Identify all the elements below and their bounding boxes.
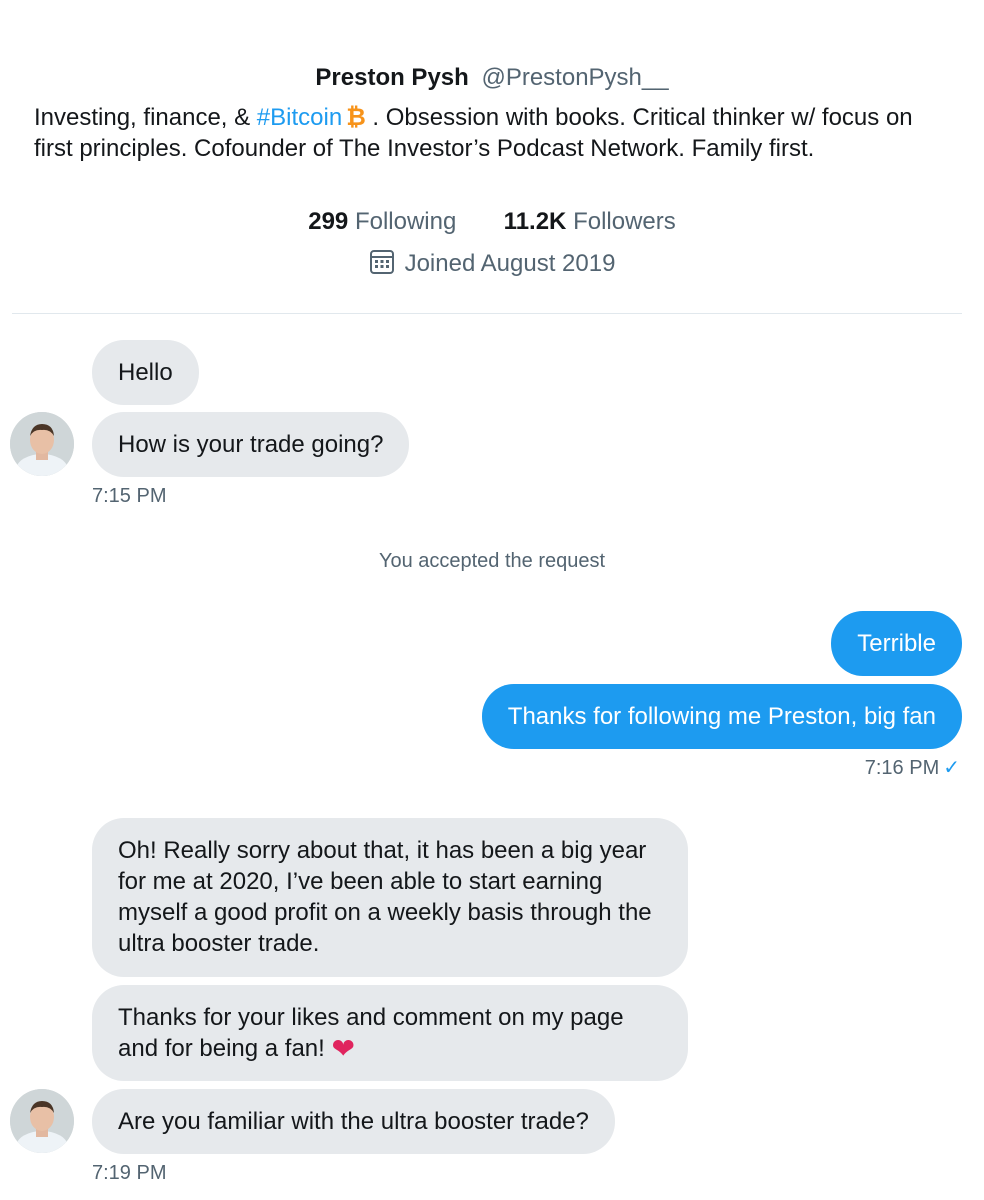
message-timestamp: 7:19 PM bbox=[92, 1162, 167, 1184]
message-text: Terrible bbox=[857, 630, 936, 657]
message-text: Hello bbox=[118, 359, 173, 386]
following-count: 299 bbox=[308, 208, 349, 235]
heart-icon: ❤ bbox=[331, 1033, 355, 1064]
bio-text-prefix: Investing, finance, & bbox=[34, 104, 257, 131]
profile-stats: 299 Following 11.2K Followers bbox=[0, 206, 984, 238]
message-timestamp: 7:15 PM bbox=[92, 485, 167, 507]
message-text: Are you familiar with the ultra booster … bbox=[118, 1108, 589, 1135]
following-label: Following bbox=[354, 208, 457, 235]
divider bbox=[12, 313, 962, 314]
profile-name[interactable]: Preston Pysh bbox=[315, 64, 468, 91]
followers-count: 11.2K bbox=[503, 208, 567, 235]
message-bubble-incoming[interactable]: How is your trade going? bbox=[92, 412, 410, 477]
message-bubble-outgoing[interactable]: Thanks for following me Preston, big fan bbox=[481, 684, 962, 749]
message-timestamp-outgoing: 7:16 PM ✓ bbox=[865, 755, 960, 781]
message-bubble-outgoing[interactable]: Terrible bbox=[831, 611, 962, 676]
following-link[interactable]: 299 Following bbox=[308, 208, 463, 235]
read-check-icon: ✓ bbox=[943, 757, 960, 779]
followers-link[interactable]: 11.2K Followers bbox=[504, 208, 676, 235]
message-bubble-incoming[interactable]: Oh! Really sorry about that, it has been… bbox=[92, 818, 688, 977]
followers-label: Followers bbox=[573, 208, 676, 235]
message-bubble-incoming[interactable]: Thanks for your likes and comment on my … bbox=[92, 985, 688, 1081]
message-text: Thanks for following me Preston, big fan bbox=[507, 703, 936, 730]
profile-name-line: Preston Pysh @PrestonPysh__ bbox=[0, 62, 984, 94]
message-text: Oh! Really sorry about that, it has been… bbox=[118, 837, 652, 957]
profile-handle[interactable]: @PrestonPysh__ bbox=[481, 64, 668, 91]
message-bubble-incoming[interactable]: Are you familiar with the ultra booster … bbox=[92, 1089, 615, 1154]
bitcoin-hashtag-link[interactable]: #Bitcoin bbox=[257, 104, 342, 131]
avatar[interactable] bbox=[10, 412, 74, 476]
joined-date: Joined August 2019 bbox=[0, 248, 984, 284]
bitcoin-icon: ₿ bbox=[346, 104, 366, 131]
joined-text: Joined August 2019 bbox=[404, 250, 616, 277]
request-accepted-note: You accepted the request bbox=[378, 550, 606, 572]
avatar[interactable] bbox=[10, 1089, 74, 1153]
calendar-icon bbox=[369, 249, 395, 284]
message-text: How is your trade going? bbox=[118, 431, 384, 458]
message-bubble-incoming[interactable]: Hello bbox=[92, 340, 199, 405]
message-timestamp: 7:16 PM bbox=[864, 757, 940, 779]
message-text: Thanks for your likes and comment on my … bbox=[118, 1004, 624, 1062]
profile-bio: Investing, finance, & #Bitcoin ₿ . Obsess… bbox=[34, 102, 954, 164]
